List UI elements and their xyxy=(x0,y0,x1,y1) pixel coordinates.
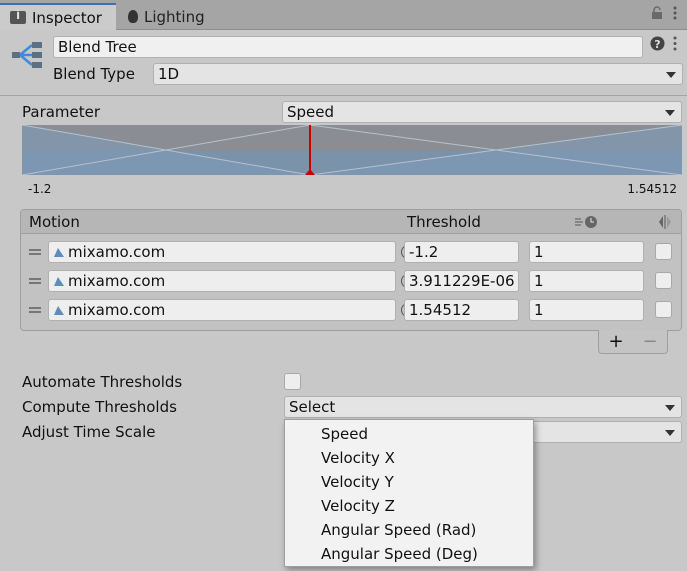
automate-thresholds-label: Automate Thresholds xyxy=(22,373,183,391)
time-scale-icon xyxy=(575,216,597,228)
tab-lighting-label: Lighting xyxy=(144,7,205,26)
threshold-column-header: Threshold xyxy=(407,213,481,231)
motion-field[interactable]: mixamo.com xyxy=(48,299,415,321)
adjust-time-scale-label: Adjust Time Scale xyxy=(22,423,156,441)
drag-handle-icon[interactable] xyxy=(29,278,41,284)
drag-handle-icon[interactable] xyxy=(29,249,41,255)
motion-value: mixamo.com xyxy=(68,301,166,319)
tab-inspector[interactable]: Inspector xyxy=(0,3,116,30)
blend-type-value: 1D xyxy=(158,65,180,83)
menu-item-angular-speed-rad[interactable]: Angular Speed (Rad) xyxy=(321,518,476,542)
blend-tree-name-field[interactable]: Blend Tree xyxy=(53,36,643,58)
motion-list-header: Motion Threshold xyxy=(21,210,681,234)
parameter-dropdown[interactable]: Speed xyxy=(282,101,682,123)
context-menu-icon[interactable] xyxy=(673,36,677,51)
time-scale-field[interactable]: 1 xyxy=(529,241,644,263)
threshold-field[interactable]: -1.2 xyxy=(404,241,519,263)
motion-list: Motion Threshold mixamo.com -1.2 1 mixam… xyxy=(20,209,682,331)
list-footer: + − xyxy=(598,330,668,354)
menu-item-velocity-x[interactable]: Velocity X xyxy=(321,446,395,470)
blend-graph[interactable] xyxy=(22,125,682,175)
tab-bar: Inspector Lighting xyxy=(0,0,687,30)
chevron-down-icon xyxy=(666,72,676,78)
automate-thresholds-checkbox[interactable] xyxy=(284,373,301,390)
animation-clip-icon xyxy=(54,277,64,286)
blend-tree-icon xyxy=(12,42,42,68)
lock-icon[interactable] xyxy=(651,6,663,20)
parameter-value: Speed xyxy=(287,103,335,121)
animation-clip-icon xyxy=(54,248,64,257)
info-icon xyxy=(10,8,26,24)
parameter-label: Parameter xyxy=(22,103,101,121)
mirror-checkbox[interactable] xyxy=(655,272,672,289)
add-motion-button[interactable]: + xyxy=(608,331,623,352)
table-row: mixamo.com 1.54512 1 xyxy=(21,297,681,325)
table-row: mixamo.com -1.2 1 xyxy=(21,239,681,267)
mirror-icon xyxy=(659,215,671,229)
motion-field[interactable]: mixamo.com xyxy=(48,270,415,292)
table-row: mixamo.com 3.911229E-06 1 xyxy=(21,268,681,296)
tab-controls xyxy=(651,6,677,20)
motion-value: mixamo.com xyxy=(68,243,166,261)
tab-inspector-label: Inspector xyxy=(32,8,102,27)
compute-thresholds-label: Compute Thresholds xyxy=(22,398,177,416)
parameter-min: -1.2 xyxy=(28,182,52,196)
svg-text:?: ? xyxy=(654,38,660,51)
motion-field[interactable]: mixamo.com xyxy=(48,241,415,263)
remove-motion-button[interactable]: − xyxy=(642,331,657,352)
menu-item-speed[interactable]: Speed xyxy=(321,422,368,446)
tab-lighting[interactable]: Lighting xyxy=(118,3,248,30)
menu-icon[interactable] xyxy=(673,6,677,20)
blend-type-dropdown[interactable]: 1D xyxy=(153,63,683,85)
menu-item-velocity-y[interactable]: Velocity Y xyxy=(321,470,394,494)
mirror-checkbox[interactable] xyxy=(655,243,672,260)
menu-item-angular-speed-deg[interactable]: Angular Speed (Deg) xyxy=(321,542,478,566)
animation-clip-icon xyxy=(54,306,64,315)
chevron-down-icon xyxy=(665,110,675,116)
time-scale-field[interactable]: 1 xyxy=(529,299,644,321)
header-divider xyxy=(0,95,687,96)
time-scale-field[interactable]: 1 xyxy=(529,270,644,292)
compute-thresholds-dropdown[interactable]: Select xyxy=(284,396,682,418)
blend-type-label: Blend Type xyxy=(53,65,135,83)
parameter-max: 1.54512 xyxy=(627,182,677,196)
chevron-down-icon xyxy=(665,430,675,436)
motion-column-header: Motion xyxy=(29,213,80,231)
compute-thresholds-menu: Speed Velocity X Velocity Y Velocity Z A… xyxy=(284,419,534,567)
lightbulb-icon xyxy=(128,10,138,23)
drag-handle-icon[interactable] xyxy=(29,307,41,313)
mirror-checkbox[interactable] xyxy=(655,301,672,318)
blend-graph-lines xyxy=(22,125,682,175)
help-icon[interactable]: ? xyxy=(650,36,665,51)
threshold-field[interactable]: 3.911229E-06 xyxy=(404,270,519,292)
motion-value: mixamo.com xyxy=(68,272,166,290)
menu-item-velocity-z[interactable]: Velocity Z xyxy=(321,494,395,518)
chevron-down-icon xyxy=(665,405,675,411)
threshold-field[interactable]: 1.54512 xyxy=(404,299,519,321)
compute-thresholds-value: Select xyxy=(289,398,336,416)
